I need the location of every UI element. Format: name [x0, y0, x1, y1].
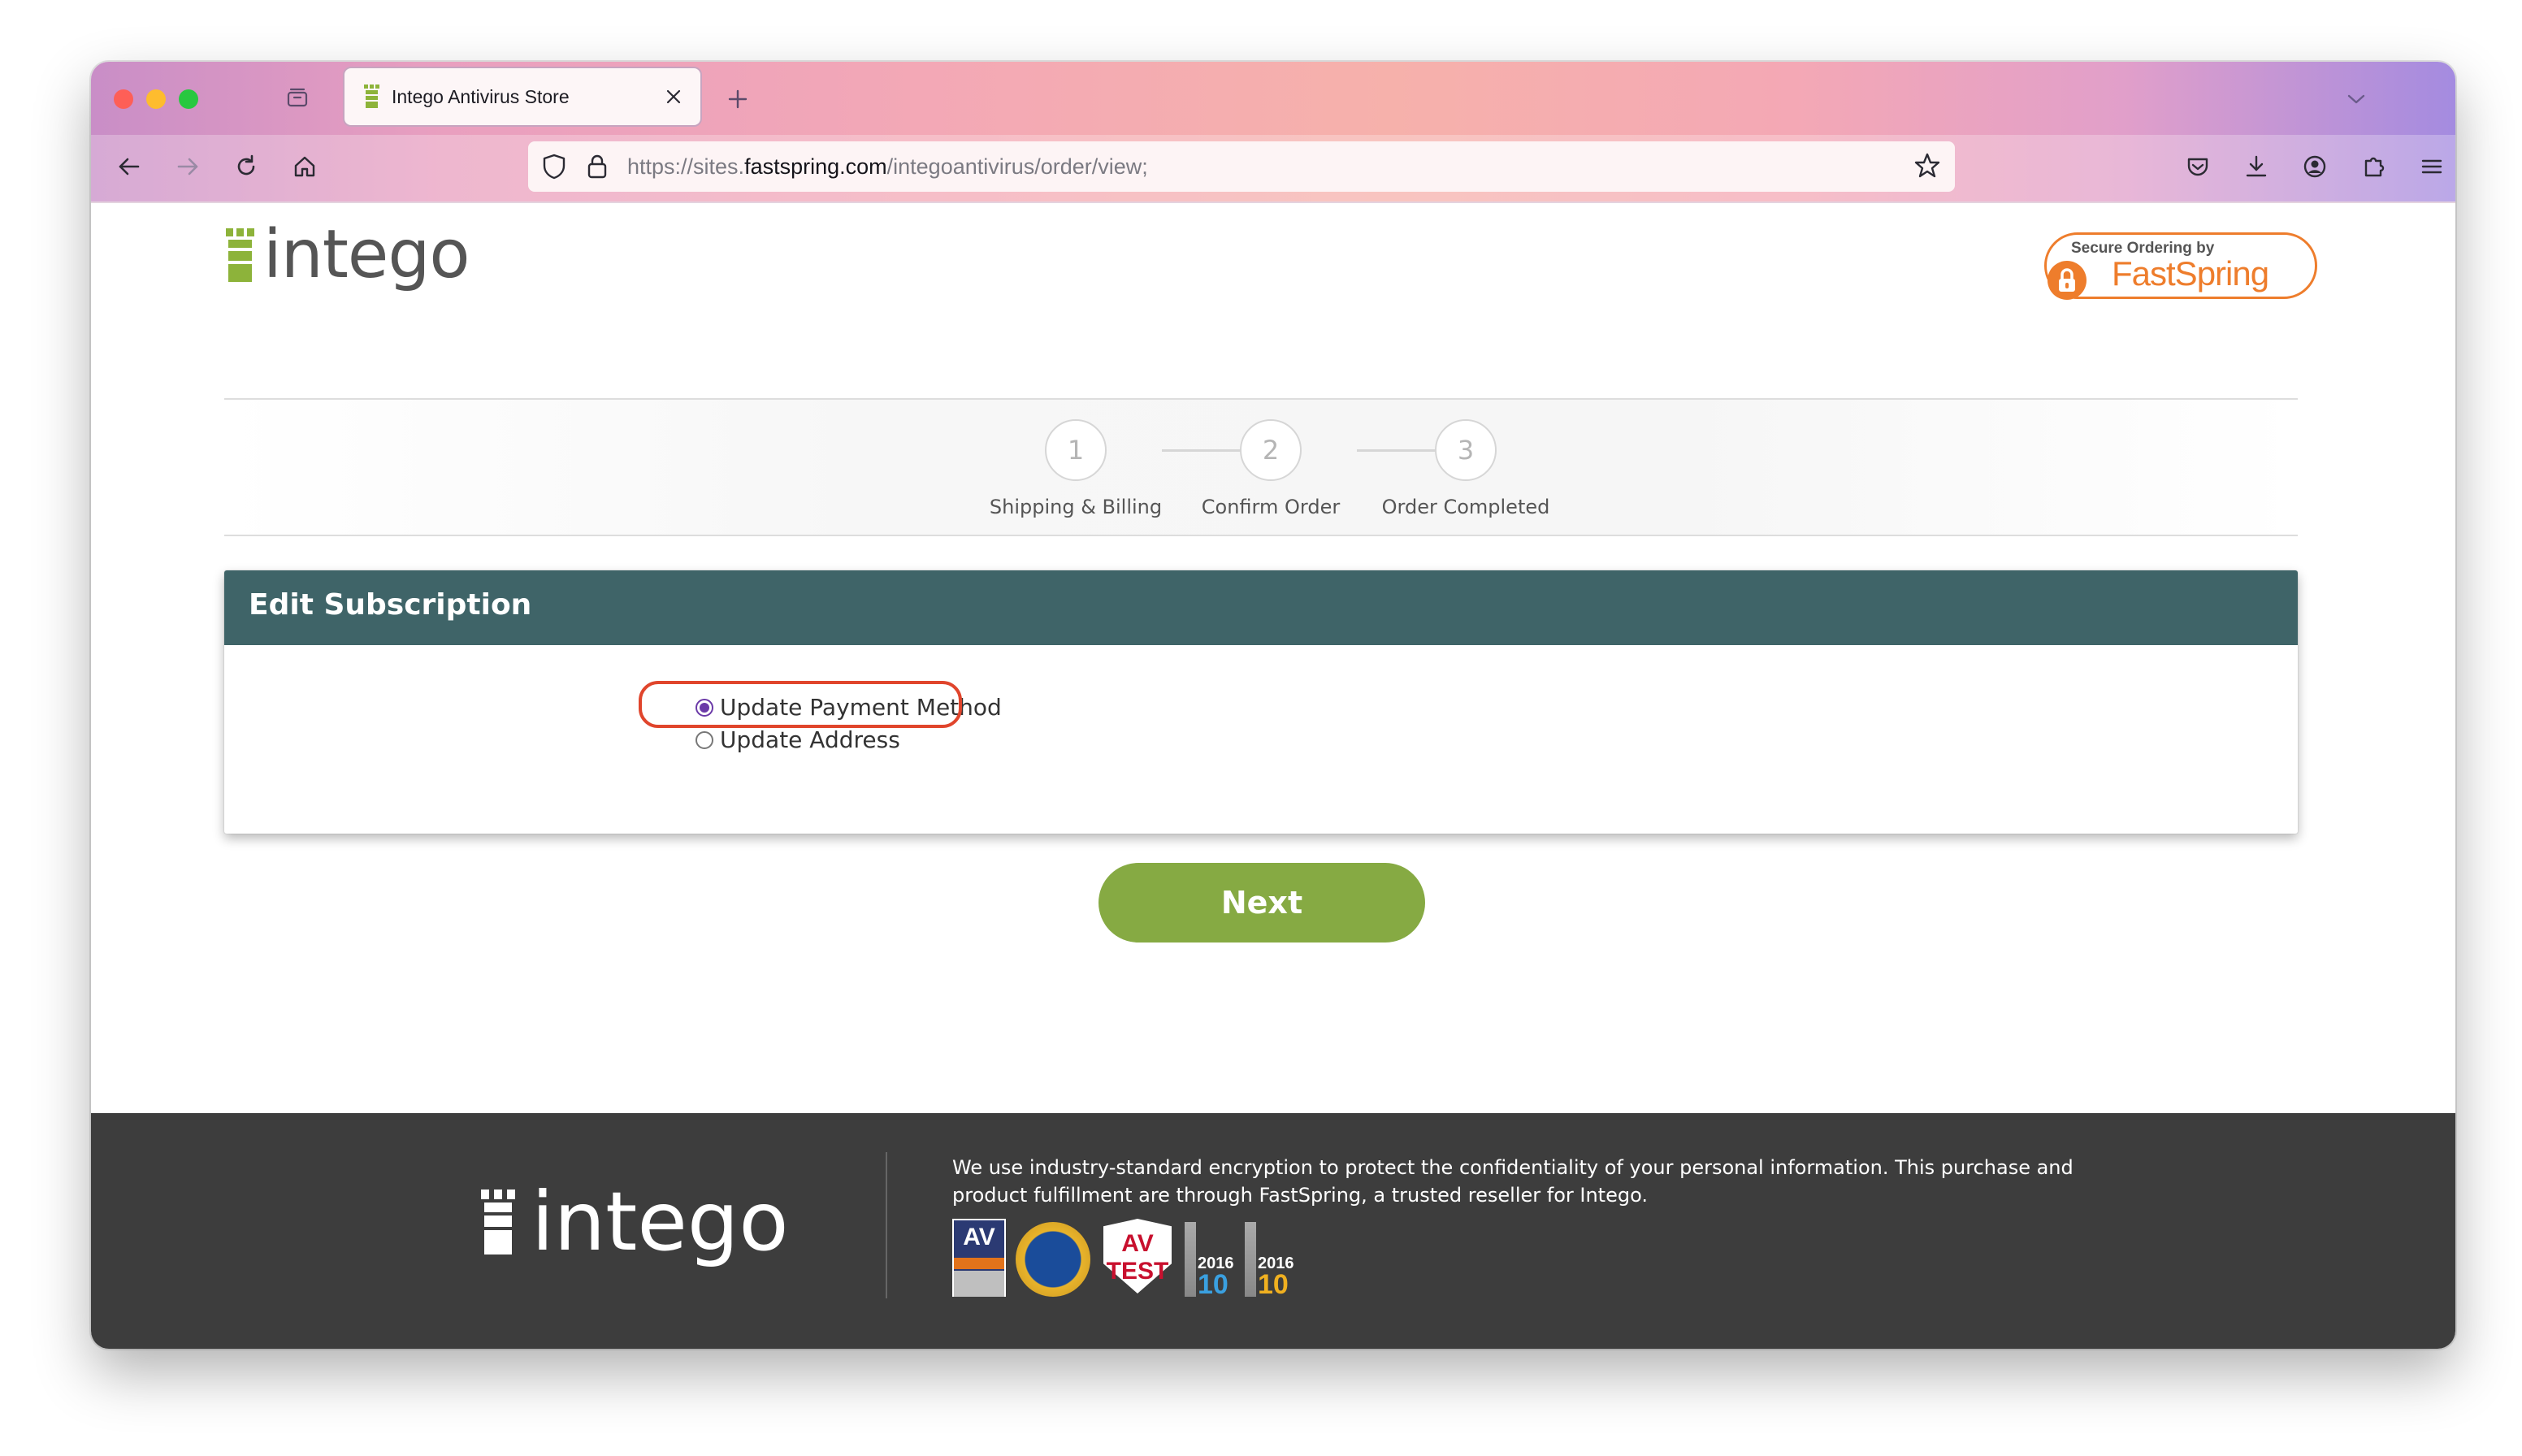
lock-icon[interactable] [585, 153, 609, 184]
browser-window: Intego Antivirus Store https://sites.fas… [91, 62, 2455, 1349]
downloads-icon[interactable] [2238, 148, 2275, 185]
list-all-tabs-icon[interactable] [2342, 84, 2371, 114]
award-2016-badge: 2016 10 [1245, 1222, 1295, 1300]
home-icon[interactable] [286, 148, 323, 185]
step-circle-1: 1 [1045, 419, 1107, 481]
reload-icon[interactable] [228, 148, 265, 185]
steps-divider [224, 535, 2298, 536]
award-2016-badge: 2016 10 [1185, 1222, 1235, 1300]
pocket-icon[interactable] [2179, 148, 2216, 185]
tab-title: Intego Antivirus Store [392, 86, 570, 107]
extensions-icon[interactable] [2355, 148, 2392, 185]
bookmark-star-icon[interactable] [1913, 151, 1942, 184]
certification-badges: AV AV TEST 2016 10 2016 10 [952, 1219, 1295, 1300]
footer-logo-text: intego [531, 1174, 789, 1269]
step-circle-2: 2 [1240, 419, 1302, 481]
badge-brand-text: FastSpring [2112, 254, 2269, 292]
back-arrow-icon[interactable] [110, 148, 148, 185]
new-tab-icon[interactable] [723, 84, 752, 114]
av-comparatives-badge: AV [952, 1219, 1006, 1297]
zoom-window-button[interactable] [179, 89, 198, 109]
intego-tower-icon [226, 228, 254, 282]
step-circle-3: 3 [1435, 419, 1497, 481]
tab-intego-store[interactable]: Intego Antivirus Store [343, 67, 702, 127]
radio-update-address[interactable] [696, 730, 713, 749]
step-label-completed: Order Completed [1381, 496, 1550, 518]
excellent-award-badge [1016, 1222, 1090, 1297]
padlock-icon [2047, 259, 2087, 305]
footer-separator [886, 1152, 887, 1298]
edit-subscription-panel: Edit Subscription Update Payment Method … [224, 570, 2298, 834]
panel-title: Edit Subscription [249, 588, 532, 622]
close-window-button[interactable] [114, 89, 133, 109]
forward-arrow-icon[interactable] [169, 148, 206, 185]
intego-logo[interactable]: intego [224, 219, 470, 291]
next-button[interactable]: Next [1098, 863, 1425, 942]
browser-toolbar: Intego Antivirus Store https://sites.fas… [91, 62, 2455, 202]
logo-text: intego [263, 216, 470, 293]
close-tab-icon[interactable] [661, 84, 686, 109]
option-label[interactable]: Update Address [720, 726, 900, 753]
account-icon[interactable] [2296, 148, 2334, 185]
fastspring-secure-badge: Secure Ordering by FastSpring [2044, 232, 2317, 300]
address-bar[interactable]: https://sites.fastspring.com/integoantiv… [528, 141, 1955, 192]
tracking-shield-icon[interactable] [541, 153, 567, 184]
menu-icon[interactable] [2413, 148, 2450, 185]
step-label-shipping: Shipping & Billing [989, 496, 1163, 518]
option-update-address[interactable]: Update Address [696, 726, 900, 753]
selection-highlight [639, 681, 962, 728]
footer-security-text: We use industry-standard encryption to p… [952, 1156, 2074, 1207]
minimize-window-button[interactable] [146, 89, 166, 109]
av-test-badge: AV TEST [1100, 1219, 1175, 1297]
footer-intego-logo[interactable]: intego [479, 1181, 789, 1263]
tab-list-icon[interactable] [281, 81, 314, 114]
panel-header: Edit Subscription [224, 570, 2298, 645]
step-label-confirm: Confirm Order [1201, 496, 1341, 518]
url-text[interactable]: https://sites.fastspring.com/integoantiv… [627, 154, 1148, 180]
content-top-border [91, 202, 2455, 203]
intego-tower-icon [481, 1190, 515, 1254]
intego-favicon-icon [362, 84, 380, 112]
page-footer: intego We use industry-standard encrypti… [91, 1113, 2455, 1349]
page-content: intego Secure Ordering by FastSpring 1 2… [91, 202, 2455, 1349]
